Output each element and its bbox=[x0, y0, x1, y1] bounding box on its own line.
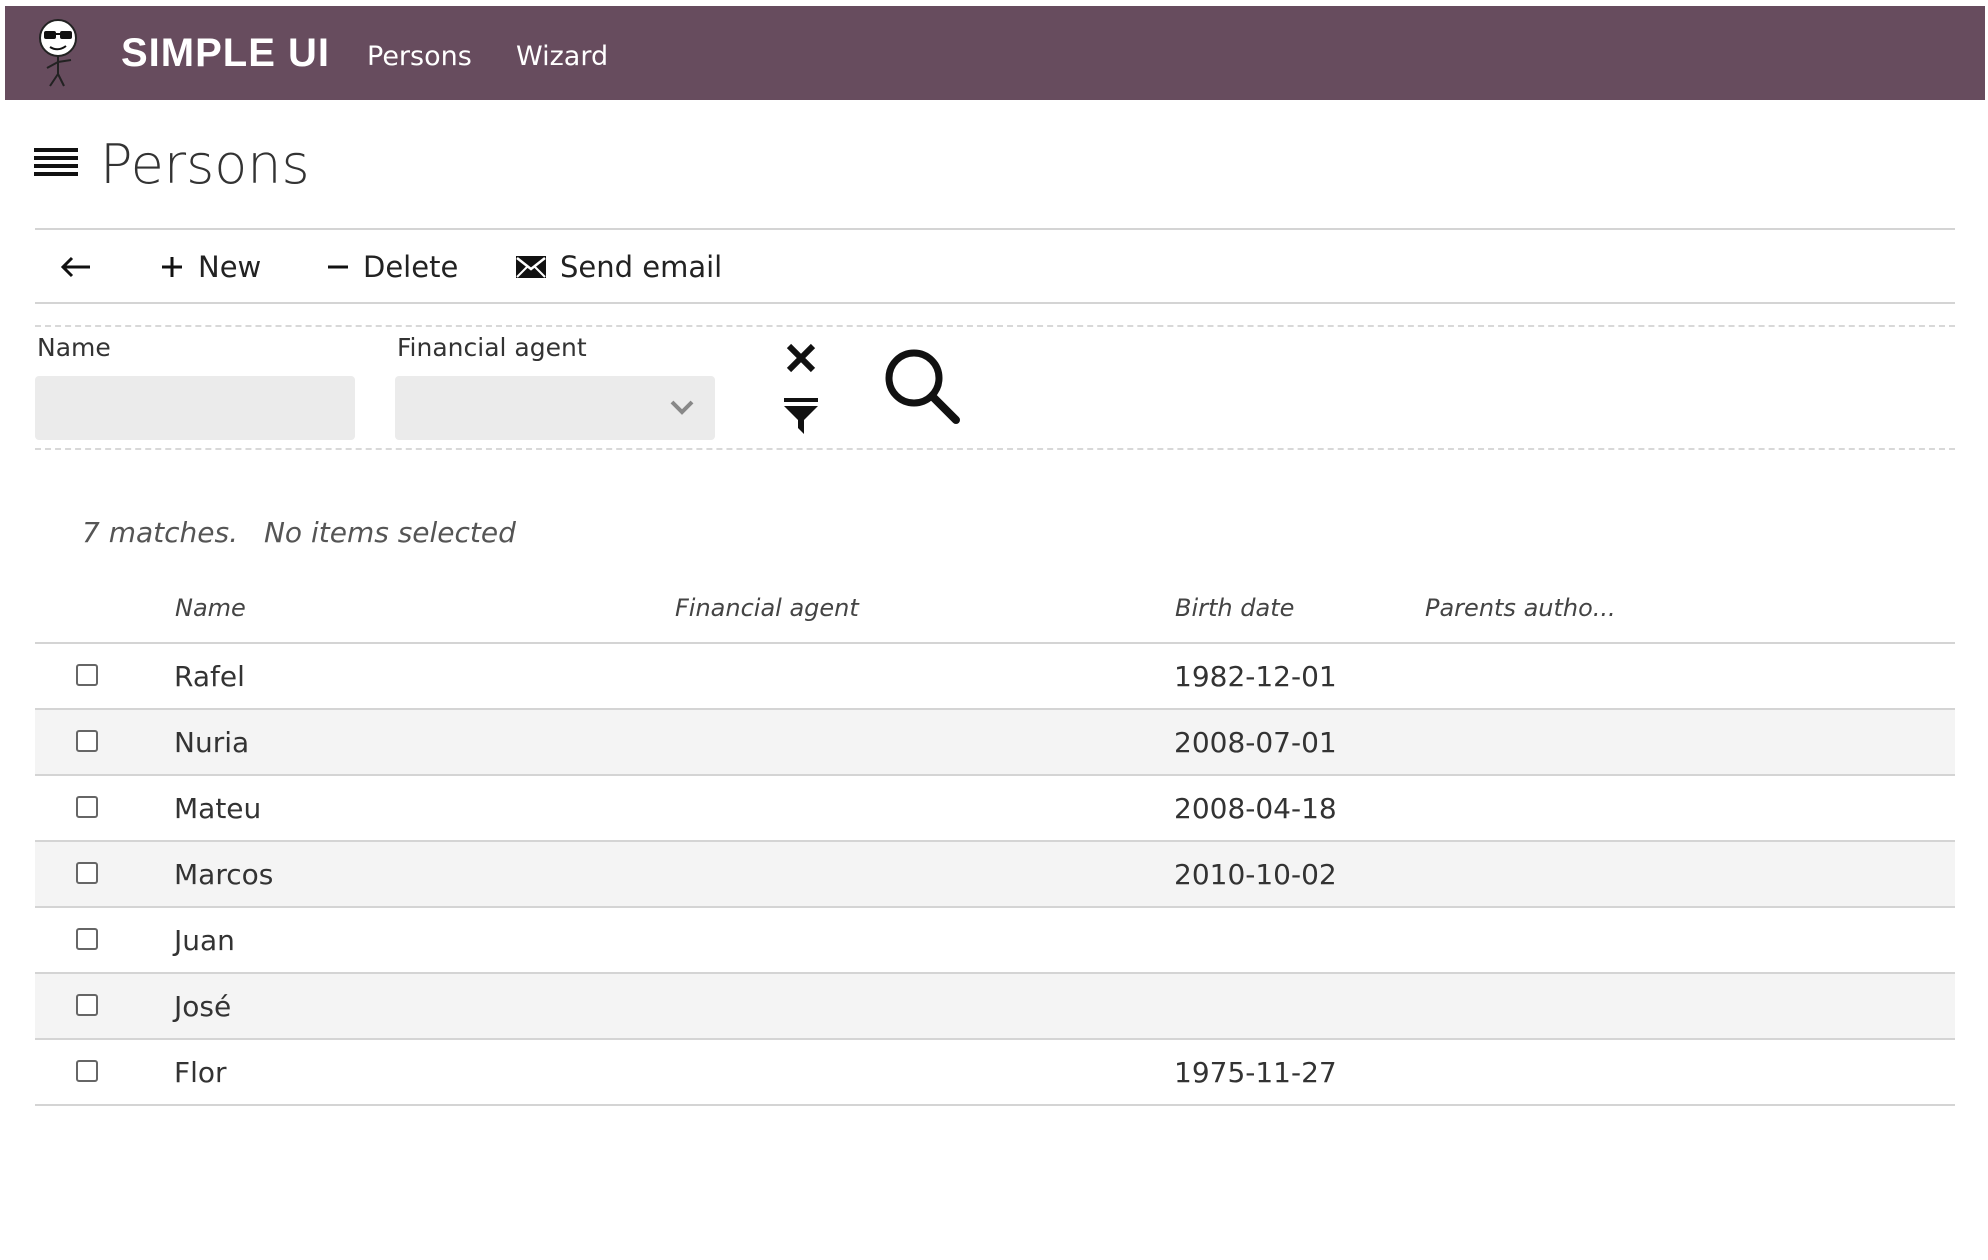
row-birth-date: 2010-10-02 bbox=[1174, 858, 1337, 891]
column-header-birth-date[interactable]: Birth date bbox=[1175, 594, 1294, 622]
results-summary: 7 matches. No items selected bbox=[82, 516, 516, 549]
send-email-button[interactable]: Send email bbox=[516, 245, 722, 289]
selection-status: No items selected bbox=[263, 516, 516, 549]
new-button-label: New bbox=[198, 250, 262, 284]
logo-icon bbox=[39, 19, 77, 87]
chevron-down-icon bbox=[670, 400, 694, 415]
envelope-icon bbox=[516, 256, 546, 278]
row-checkbox[interactable] bbox=[76, 928, 98, 950]
name-filter-input[interactable] bbox=[35, 376, 355, 440]
financial-agent-filter-label: Financial agent bbox=[397, 333, 587, 362]
row-checkbox[interactable] bbox=[76, 796, 98, 818]
row-checkbox[interactable] bbox=[76, 1060, 98, 1082]
row-checkbox[interactable] bbox=[76, 994, 98, 1016]
row-name: Marcos bbox=[174, 858, 274, 891]
row-checkbox[interactable] bbox=[76, 664, 98, 686]
row-name: Mateu bbox=[174, 792, 262, 825]
row-birth-date: 2008-04-18 bbox=[1174, 792, 1337, 825]
row-name: Rafel bbox=[174, 660, 245, 693]
row-checkbox[interactable] bbox=[76, 862, 98, 884]
table-row[interactable]: Juan bbox=[35, 908, 1955, 974]
minus-icon bbox=[328, 265, 348, 269]
new-button[interactable]: New bbox=[160, 245, 261, 289]
column-header-financial-agent[interactable]: Financial agent bbox=[675, 594, 859, 622]
row-birth-date: 1982-12-01 bbox=[1174, 660, 1337, 693]
name-filter-label: Name bbox=[37, 333, 111, 362]
table-row[interactable]: José bbox=[35, 974, 1955, 1040]
top-bar: SIMPLE UI Persons Wizard bbox=[5, 6, 1985, 100]
brand-name[interactable]: SIMPLE UI bbox=[121, 28, 330, 78]
row-name: Juan bbox=[174, 924, 235, 957]
search-icon[interactable] bbox=[882, 346, 962, 426]
nav-persons-link[interactable]: Persons bbox=[367, 40, 472, 74]
row-name: Flor bbox=[174, 1056, 227, 1089]
send-email-button-label: Send email bbox=[560, 250, 723, 284]
table-row[interactable]: Flor 1975-11-27 bbox=[35, 1040, 1955, 1106]
plus-icon bbox=[162, 257, 182, 277]
app-page: SIMPLE UI Persons Wizard Persons New Del… bbox=[0, 0, 1988, 1260]
table-row[interactable]: Mateu 2008-04-18 bbox=[35, 776, 1955, 842]
table-row[interactable]: Marcos 2010-10-02 bbox=[35, 842, 1955, 908]
table-row[interactable]: Rafel 1982-12-01 bbox=[35, 644, 1955, 710]
filter-top-border bbox=[35, 325, 1955, 327]
table-row[interactable]: Nuria 2008-07-01 bbox=[35, 710, 1955, 776]
financial-agent-select[interactable] bbox=[395, 376, 715, 440]
divider bbox=[35, 302, 1955, 304]
arrow-left-icon bbox=[60, 256, 90, 278]
row-name: José bbox=[174, 990, 232, 1023]
persons-table: Rafel 1982-12-01 Nuria 2008-07-01 Mateu … bbox=[35, 642, 1955, 1106]
delete-button[interactable]: Delete bbox=[327, 245, 458, 289]
page-title: Persons bbox=[100, 133, 310, 196]
row-checkbox[interactable] bbox=[76, 730, 98, 752]
row-name: Nuria bbox=[174, 726, 250, 759]
filter-icon[interactable] bbox=[784, 398, 818, 436]
hamburger-menu-icon[interactable] bbox=[34, 148, 78, 184]
back-button[interactable] bbox=[60, 245, 92, 289]
filter-bottom-border bbox=[35, 448, 1955, 450]
column-header-name[interactable]: Name bbox=[175, 594, 246, 622]
close-icon[interactable] bbox=[785, 342, 817, 374]
nav-wizard-link[interactable]: Wizard bbox=[516, 40, 608, 74]
divider bbox=[35, 228, 1955, 230]
row-birth-date: 1975-11-27 bbox=[1174, 1056, 1337, 1089]
column-header-parents-authorization[interactable]: Parents autho... bbox=[1425, 594, 1616, 622]
matches-count: 7 matches. bbox=[82, 516, 238, 549]
delete-button-label: Delete bbox=[363, 250, 459, 284]
row-birth-date: 2008-07-01 bbox=[1174, 726, 1337, 759]
